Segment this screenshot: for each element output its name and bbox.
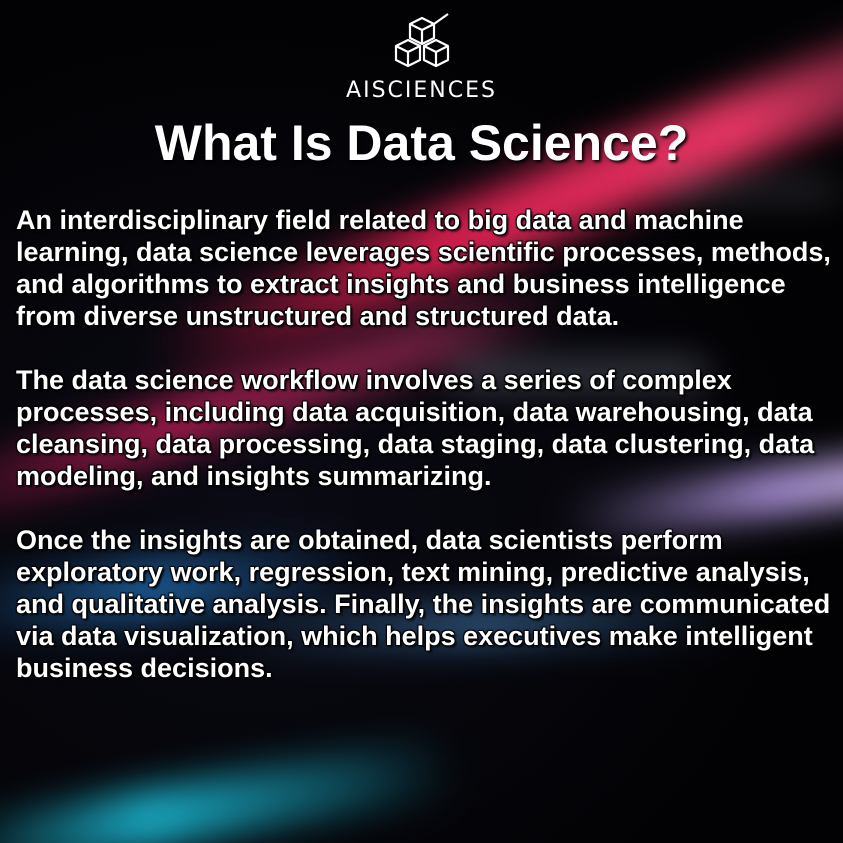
- cube-cluster-icon: [394, 13, 449, 68]
- paragraph-definition: An interdisciplinary field related to bi…: [16, 205, 831, 331]
- paragraph-workflow: The data science workflow involves a ser…: [16, 365, 815, 491]
- grey-light-streak: [660, 180, 840, 200]
- brand-logo: AISCIENCES: [0, 12, 843, 103]
- page-title: What Is Data Science?: [154, 115, 689, 171]
- cyan-light-streak: [0, 735, 462, 843]
- brand-name: AISCIENCES: [346, 78, 497, 103]
- article-body: An interdisciplinary field related to bi…: [16, 204, 838, 716]
- paragraph-insights: Once the insights are obtained, data sci…: [16, 525, 831, 683]
